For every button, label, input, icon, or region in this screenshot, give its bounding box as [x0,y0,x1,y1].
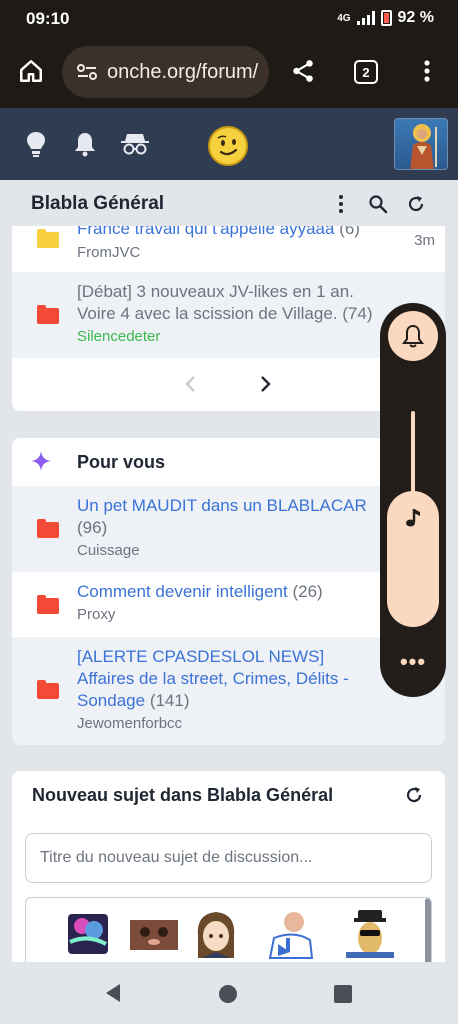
topic-title[interactable]: Comment devenir intelligent [77,582,288,601]
topic-author[interactable]: Cuissage [77,542,140,559]
media-volume-slider[interactable] [387,491,439,627]
topic-count: (6) [339,226,360,238]
chevron-right-icon[interactable] [258,374,272,394]
new-topic-card: Nouveau sujet dans Blabla Général [12,771,445,971]
topic-author[interactable]: Jewomenforbcc [77,715,182,732]
refresh-icon[interactable] [404,785,424,805]
tab-switcher-button[interactable]: 2 [354,60,378,84]
notifications-icon[interactable] [73,130,97,158]
lightbulb-icon[interactable] [24,130,48,158]
battery-percent: 92 % [397,9,434,26]
cat-sticker[interactable] [128,908,178,960]
browser-toolbar: onche.org/forum/ 2 [0,36,458,108]
folder-icon [37,305,59,324]
home-button-icon[interactable] [218,984,238,1004]
smiley-logo[interactable] [208,126,248,166]
forum-title: Blabla Général [31,193,165,214]
topic-title[interactable]: Un pet MAUDIT dans un BLABLACAR [77,496,367,515]
status-bar: 09:10 4G 92 % [0,0,458,36]
recents-icon[interactable] [333,984,353,1004]
topic-title[interactable]: [ALERTE CPASDESLOL NEWS] Affaires de la … [77,647,349,710]
home-icon[interactable] [18,58,44,84]
site-header [0,108,458,180]
topic-time: 3m [414,232,435,249]
system-nav-bar [0,962,458,1024]
sticker-picker[interactable] [25,897,432,971]
scrollbar[interactable] [425,898,431,971]
topic-count: (74) [342,304,373,323]
folder-icon [37,519,59,538]
volume-panel: ••• [380,303,446,697]
music-note-icon [406,509,420,527]
signal-icon [356,11,375,25]
search-icon[interactable] [368,194,388,214]
anime-girl-sticker[interactable] [190,908,240,960]
user-avatar[interactable] [394,118,448,170]
more-vert-icon[interactable] [418,58,436,84]
chevron-left-icon[interactable] [184,374,198,394]
peanut-sticker[interactable] [344,908,394,960]
incognito-icon[interactable] [120,130,150,158]
topic-title[interactable]: France travail qui t'appelle ayyaaa [77,226,334,238]
folder-icon [37,680,59,699]
bell-icon [402,324,424,348]
new-topic-input[interactable] [25,833,432,883]
section-title: Pour vous [77,452,166,472]
folder-icon [37,595,59,614]
topic-count: (26) [292,582,323,601]
topic-author[interactable]: FromJVC [77,244,140,261]
topic-row[interactable]: France travail qui t'appelle ayyaaa (6) … [12,226,445,272]
site-settings-icon[interactable] [76,63,98,81]
topic-title[interactable]: [Débat] 3 nouveaux JV-likes en 1 an. Voi… [77,282,354,323]
more-vert-icon[interactable] [336,194,346,214]
forum-header: Blabla Général [0,180,458,226]
status-time: 09:10 [26,9,70,28]
ringer-mode-button[interactable] [388,311,438,361]
man-flag-sticker[interactable] [264,908,314,960]
topic-count: (141) [149,691,190,710]
battery-icon [380,10,392,26]
more-horiz-icon[interactable]: ••• [380,649,446,675]
topic-count: (96) [77,518,108,537]
share-icon[interactable] [290,58,316,84]
folder-icon [37,229,59,248]
address-bar[interactable]: onche.org/forum/ [62,46,269,98]
topic-author[interactable]: Proxy [77,606,115,623]
network-label: 4G [337,12,351,24]
new-topic-title: Nouveau sujet dans Blabla Général [32,785,334,805]
booster-sticker[interactable] [62,908,112,960]
refresh-icon[interactable] [406,194,426,214]
url-text: onche.org/forum/ [107,60,259,83]
topic-author[interactable]: Silencedeter [77,328,160,345]
sparkle-icon [31,451,51,471]
back-icon[interactable] [102,982,124,1004]
